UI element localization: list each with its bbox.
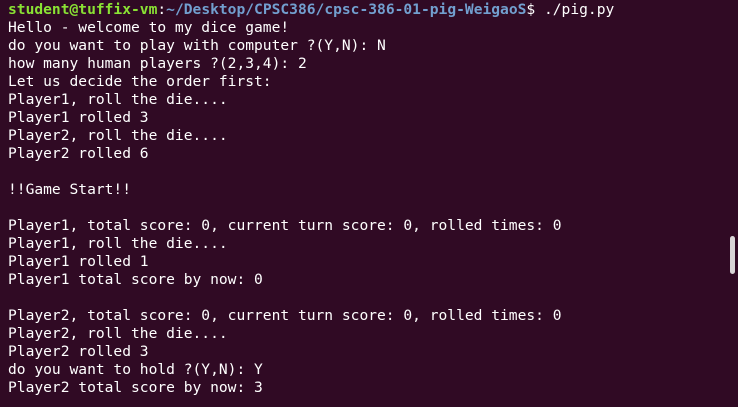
- terminal-output-line: Player2 rolled 3: [8, 343, 149, 360]
- terminal-output-line: do you want to hold ?(Y,N): Y: [8, 361, 263, 378]
- terminal-output-line: Player2, roll the die....: [8, 325, 228, 342]
- terminal-output-line: Player1 rolled 3: [8, 109, 149, 126]
- terminal-output-line: Player1 rolled 1: [8, 253, 149, 270]
- prompt-user-host: student@tuffix-vm: [8, 1, 158, 18]
- terminal-output-line: do you want to play with computer ?(Y,N)…: [8, 37, 386, 54]
- terminal-output-line: Let us decide the order first:: [8, 73, 272, 90]
- terminal-output-line: Hello - welcome to my dice game!: [8, 19, 290, 36]
- terminal-window[interactable]: student@tuffix-vm:~/Desktop/CPSC386/cpsc…: [0, 0, 738, 407]
- terminal-output-line: Player2, total score: 0, current turn sc…: [8, 307, 562, 324]
- prompt-path: ~/Desktop/CPSC386/cpsc-386-01-pig-Weigao…: [166, 1, 527, 18]
- terminal-output-line: Player1 total score by now: 0: [8, 271, 263, 288]
- terminal-output-line: !!Game Start!!: [8, 181, 132, 198]
- terminal-output-line: Player1, roll the die....: [8, 91, 228, 108]
- prompt-command: $ ./pig.py: [526, 1, 615, 18]
- prompt-colon: :: [157, 1, 167, 18]
- terminal-output-line: Player1, total score: 0, current turn sc…: [8, 217, 562, 234]
- terminal-output-line: Player2 rolled 6: [8, 145, 149, 162]
- scrollbar-thumb[interactable]: [730, 236, 735, 274]
- terminal-output-line: Player2 total score by now: 3: [8, 379, 263, 396]
- terminal-output: Hello - welcome to my dice game! do you w…: [8, 19, 738, 397]
- terminal-output-line: Player1, roll the die....: [8, 235, 228, 252]
- terminal-output-line: how many human players ?(2,3,4): 2: [8, 55, 307, 72]
- scrollbar[interactable]: [728, 0, 738, 407]
- terminal-output-line: Player2, roll the die....: [8, 127, 228, 144]
- shell-prompt-line: student@tuffix-vm:~/Desktop/CPSC386/cpsc…: [8, 1, 738, 19]
